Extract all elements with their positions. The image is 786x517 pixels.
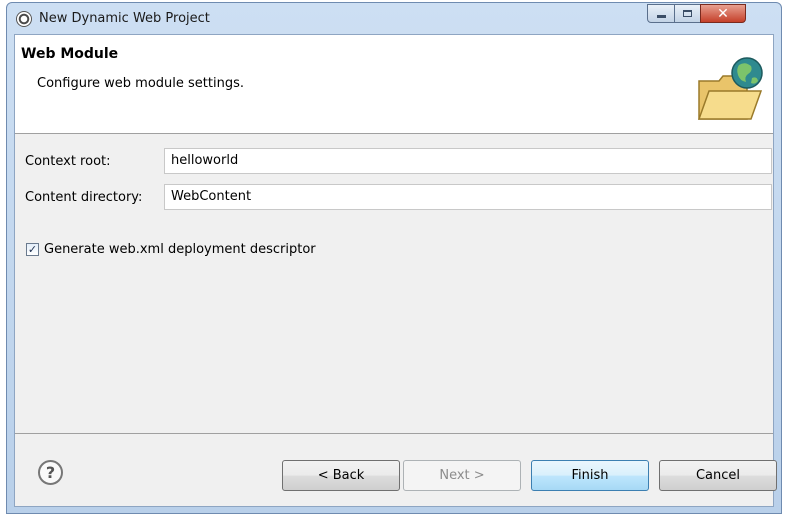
content-directory-input[interactable]: WebContent [164,184,772,210]
close-icon: ✕ [717,5,729,22]
maximize-button[interactable] [674,4,701,23]
finish-button[interactable]: Finish [531,460,649,491]
close-button[interactable]: ✕ [700,4,746,23]
context-root-input[interactable]: helloworld [164,148,772,174]
minimize-button[interactable] [647,4,675,23]
eclipse-icon [16,11,32,27]
page-title: Web Module [21,46,119,62]
window-title: New Dynamic Web Project [39,11,210,26]
dialog-content: Web Module Configure web module settings… [14,34,777,507]
maximize-icon [683,10,692,17]
context-root-label: Context root: [25,154,111,169]
page-description: Configure web module settings. [37,76,244,91]
wizard-banner: Web Module Configure web module settings… [15,35,773,133]
generate-descriptor-checkbox[interactable]: ✓ [26,243,39,256]
folder-globe-icon [697,57,763,120]
help-icon[interactable]: ? [38,460,63,485]
generate-descriptor-option[interactable]: ✓ Generate web.xml deployment descriptor [26,242,316,257]
minimize-icon [656,15,666,18]
cancel-button[interactable]: Cancel [659,460,777,491]
content-directory-label: Content directory: [25,190,143,205]
title-bar[interactable]: New Dynamic Web Project ✕ [7,3,781,34]
settings-panel: Context root: helloworld Content directo… [15,134,773,433]
generate-descriptor-label[interactable]: Generate web.xml deployment descriptor [44,242,316,257]
dialog-window: New Dynamic Web Project ✕ Web Module Con… [6,2,782,514]
button-bar: ? < Back Next > Finish Cancel [15,434,777,506]
back-button[interactable]: < Back [282,460,400,491]
next-button: Next > [403,460,521,491]
